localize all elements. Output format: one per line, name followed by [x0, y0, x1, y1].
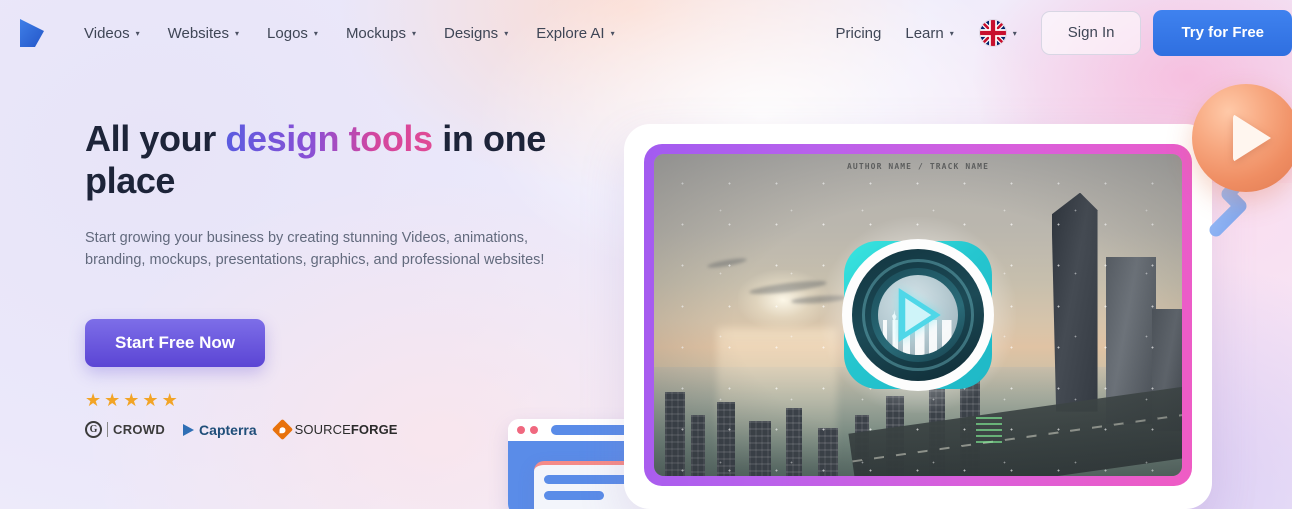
nav-item-label: Websites [167, 24, 230, 42]
nav-item-designs[interactable]: Designs ▾ [430, 19, 522, 48]
uk-flag-icon [979, 20, 1006, 46]
primary-nav-items: Videos ▾ Websites ▾ Logos ▾ Mockups ▾ De… [70, 19, 629, 48]
nav-item-label: Designs [443, 24, 499, 42]
nav-item-pricing[interactable]: Pricing [824, 19, 894, 48]
nav-item-learn[interactable]: Learn ▾ [893, 19, 965, 48]
brand-logo[interactable] [12, 13, 52, 53]
nav-item-mockups[interactable]: Mockups ▾ [332, 19, 430, 48]
sourceforge-logo[interactable]: SOURCEFORGE [271, 418, 398, 441]
video-screen[interactable]: AUTHOR NAME / TRACK NAME [654, 154, 1182, 476]
video-preview-card[interactable]: AUTHOR NAME / TRACK NAME [624, 124, 1212, 509]
nav-item-label: Mockups [345, 24, 406, 42]
divider [107, 422, 108, 437]
nav-item-label: Learn [905, 24, 944, 42]
nav-item-websites[interactable]: Websites ▾ [154, 19, 253, 48]
nav-item-explore-ai[interactable]: Explore AI ▾ [522, 19, 628, 48]
hero-left-column: All your design tools in one place Start… [85, 118, 585, 441]
capterra-logo[interactable]: Capterra [183, 422, 257, 438]
page-title: All your design tools in one place [85, 118, 585, 203]
nav-item-videos[interactable]: Videos ▾ [70, 19, 154, 48]
video-frame-border: AUTHOR NAME / TRACK NAME [644, 144, 1192, 486]
headline-gradient-text: design tools [225, 118, 433, 159]
main-navigation-bar: Videos ▾ Websites ▾ Logos ▾ Mockups ▾ De… [0, 0, 1292, 66]
nav-item-label: Explore AI [536, 24, 605, 42]
chevron-down-icon: ▾ [610, 29, 615, 38]
g2-crowd-label: CROWD [113, 422, 166, 437]
language-selector[interactable]: ▾ [966, 14, 1027, 52]
hero-subheadline: Start growing your business by creating … [85, 229, 545, 268]
sourceforge-label: SOURCEFORGE [295, 422, 398, 437]
track-title-label: AUTHOR NAME / TRACK NAME [847, 162, 989, 171]
g2-mark-icon: G [85, 421, 102, 438]
headline-part-1: All your [85, 118, 226, 159]
nav-item-label: Videos [84, 24, 130, 42]
secondary-nav-items: Pricing Learn ▾ ▾ Sign In Try for Free [824, 10, 1292, 56]
nav-item-logos[interactable]: Logos ▾ [253, 19, 332, 48]
chevron-down-icon: ▾ [504, 29, 509, 38]
nav-item-label: Logos [267, 24, 308, 42]
sourceforge-label-light: SOURCE [294, 422, 351, 437]
star-icon: ★ [123, 390, 140, 410]
chevron-down-icon: ▾ [949, 29, 954, 38]
star-rating: ★ ★ ★ ★ ★ [85, 391, 585, 409]
capterra-label: Capterra [199, 421, 257, 438]
chevron-down-icon: ▾ [1012, 29, 1017, 38]
sourceforge-label-bold: FORGE [350, 422, 398, 437]
chevron-down-icon: ▾ [135, 29, 140, 38]
star-icon: ★ [142, 390, 159, 410]
chevron-down-icon: ▾ [313, 29, 318, 38]
play-emblem-icon[interactable] [820, 217, 1016, 413]
try-for-free-button[interactable]: Try for Free [1153, 10, 1292, 56]
g2-crowd-logo[interactable]: G CROWD [85, 421, 165, 438]
sign-in-button[interactable]: Sign In [1040, 11, 1142, 55]
star-icon: ★ [161, 390, 178, 410]
play-triangle-logo-icon [20, 19, 44, 47]
chevron-down-icon: ▾ [235, 29, 240, 38]
start-free-now-button[interactable]: Start Free Now [85, 319, 265, 367]
star-icon: ★ [85, 390, 102, 410]
nav-item-label: Pricing [835, 24, 882, 42]
play-orb-3d-icon [1192, 84, 1292, 192]
chevron-down-icon: ▾ [411, 29, 416, 38]
star-icon: ★ [104, 390, 121, 410]
sourceforge-mark-icon [271, 418, 293, 441]
capterra-mark-icon [183, 423, 195, 436]
